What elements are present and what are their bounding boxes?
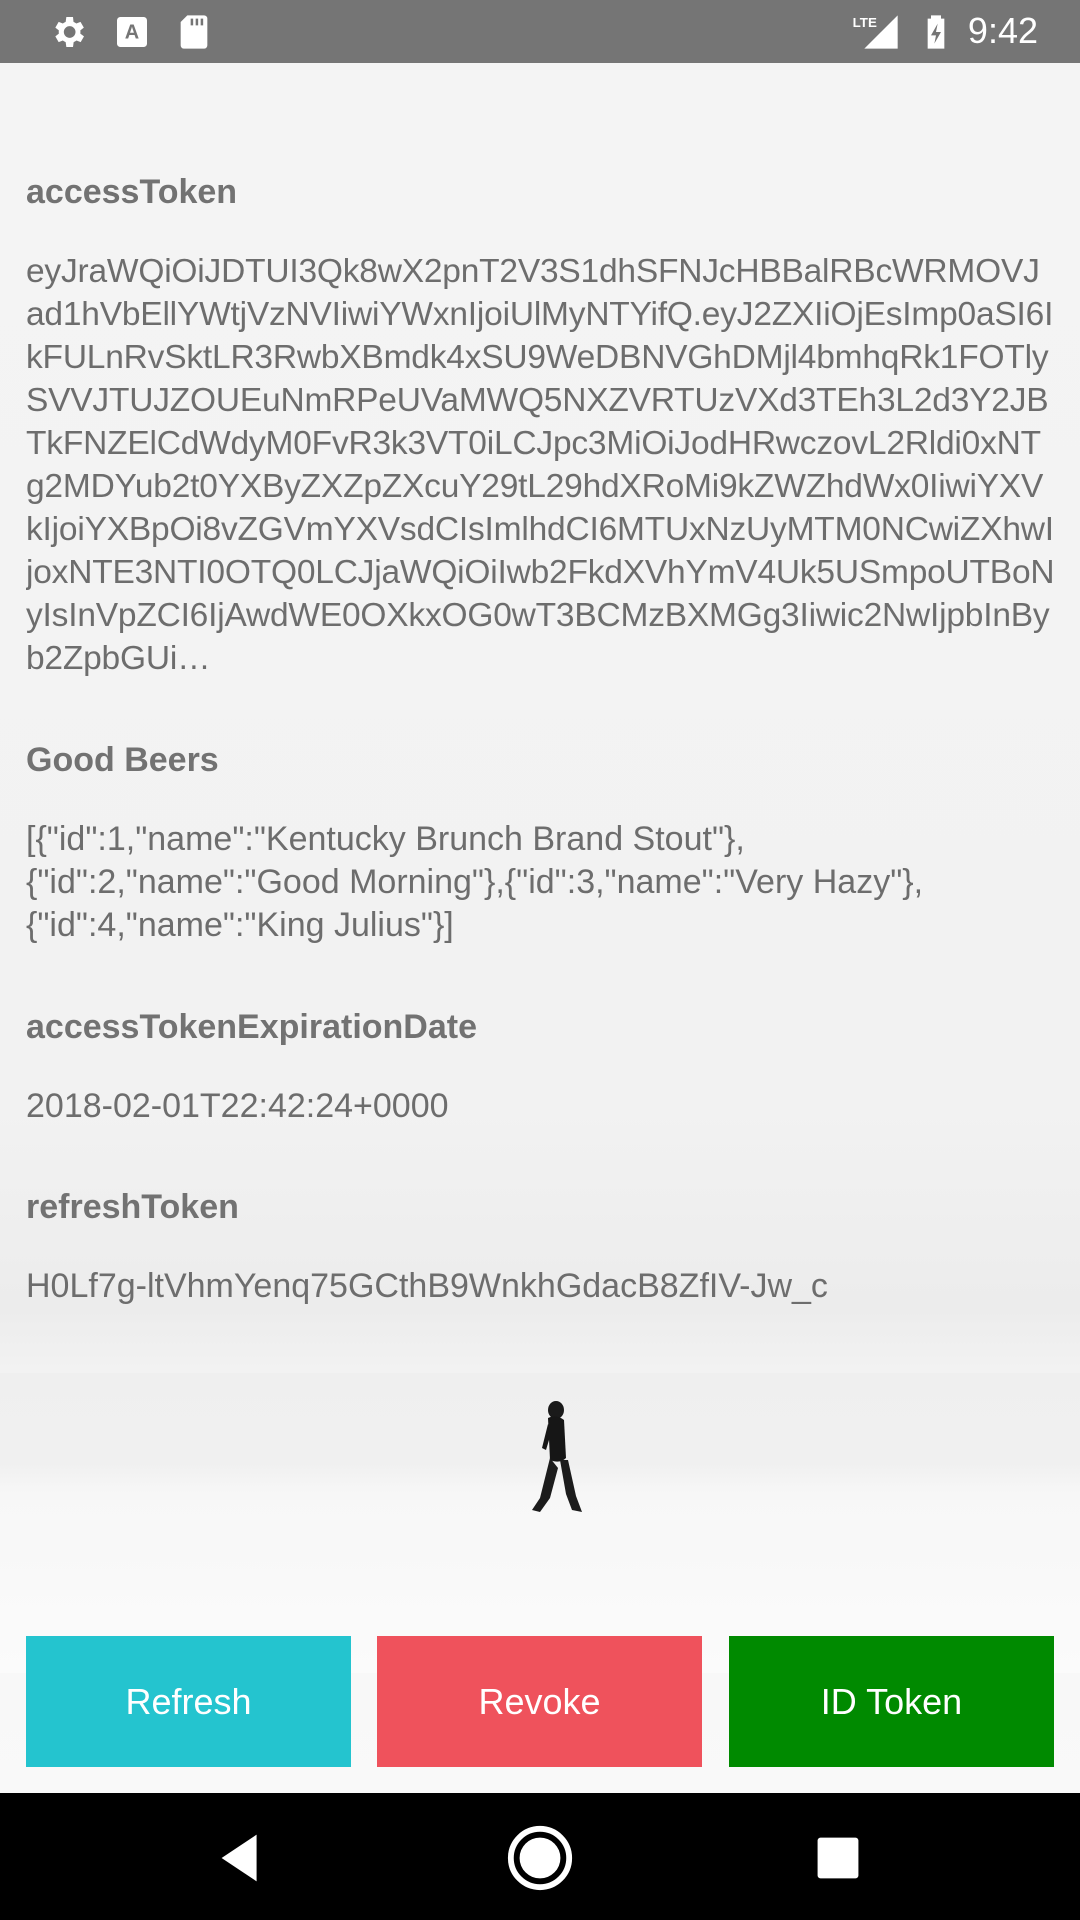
access-token-label: accessToken bbox=[26, 173, 238, 211]
sd-card-icon bbox=[180, 15, 208, 49]
good-beers-value: [{"id":1,"name":"Kentucky Brunch Brand S… bbox=[26, 820, 924, 944]
battery-charging-icon bbox=[927, 15, 945, 49]
revoke-button[interactable]: Revoke bbox=[377, 1636, 702, 1767]
good-beers-label: Good Beers bbox=[26, 741, 219, 779]
signal-icon: LTE bbox=[853, 15, 898, 49]
access-token-value: eyJraWQiOiJDTUI3Qk8wX2pnT2V3S1dhSFNJcHBB… bbox=[26, 253, 1055, 677]
back-icon[interactable] bbox=[207, 1823, 277, 1893]
refresh-button[interactable]: Refresh bbox=[26, 1636, 351, 1767]
good-beers-section: Good Beers [{"id":1,"name":"Kentucky Bru… bbox=[26, 741, 1056, 947]
refresh-token-value: H0Lf7g-ltVhmYenq75GCthB9WnkhGdacB8ZfIV-J… bbox=[26, 1267, 828, 1305]
refresh-token-section: refreshToken H0Lf7g-ltVhmYenq75GCthB9Wnk… bbox=[26, 1188, 1056, 1308]
status-bar: A LTE 9:42 bbox=[0, 0, 1080, 63]
walking-person-image bbox=[532, 1401, 582, 1512]
expiration-section: accessTokenExpirationDate 2018-02-01T22:… bbox=[26, 1008, 1056, 1128]
svg-text:LTE: LTE bbox=[853, 15, 877, 30]
recents-icon[interactable] bbox=[803, 1823, 873, 1893]
clock: 9:42 bbox=[967, 10, 1038, 51]
home-icon[interactable] bbox=[505, 1823, 575, 1893]
id-token-button[interactable]: ID Token bbox=[729, 1636, 1054, 1767]
settings-icon bbox=[55, 17, 84, 47]
keyboard-a-icon: A bbox=[117, 17, 147, 47]
access-token-section: accessToken eyJraWQiOiJDTUI3Qk8wX2pnT2V3… bbox=[26, 173, 1056, 680]
content-area: accessToken eyJraWQiOiJDTUI3Qk8wX2pnT2V3… bbox=[0, 63, 1080, 1793]
expiration-label: accessTokenExpirationDate bbox=[26, 1008, 477, 1046]
refresh-token-label: refreshToken bbox=[26, 1188, 239, 1226]
navigation-bar bbox=[0, 1793, 1080, 1920]
svg-text:A: A bbox=[125, 22, 139, 44]
expiration-value: 2018-02-01T22:42:24+0000 bbox=[26, 1087, 449, 1125]
